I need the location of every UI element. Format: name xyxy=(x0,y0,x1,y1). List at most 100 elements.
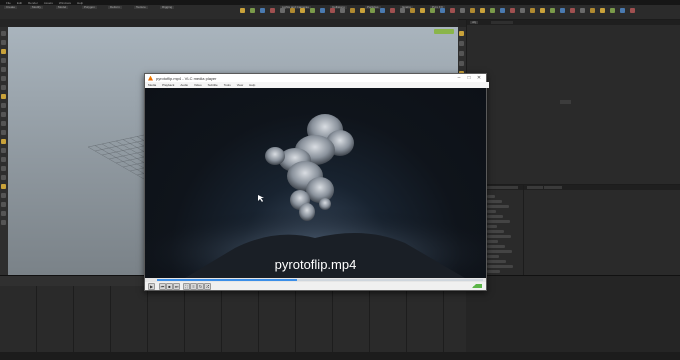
menu-item[interactable]: Windows xyxy=(59,1,71,5)
tree-row[interactable] xyxy=(487,235,511,238)
vlc-menu-item[interactable]: Media xyxy=(148,83,156,87)
shelf-tab[interactable]: Model xyxy=(56,6,69,9)
vlc-menu-item[interactable]: Playback xyxy=(162,83,174,87)
tree-row[interactable] xyxy=(487,245,505,248)
tab-channels[interactable] xyxy=(544,186,562,189)
viewport-tool-icon[interactable] xyxy=(1,40,6,45)
shelf-tool-icon[interactable] xyxy=(350,8,355,13)
shelf-tool-icon[interactable] xyxy=(240,8,245,13)
viewport-tool-icon[interactable] xyxy=(1,220,6,225)
shelf-tool-icon[interactable] xyxy=(530,8,535,13)
vlc-menu-item[interactable]: Subtitle xyxy=(208,83,218,87)
shelf-tool-icon[interactable] xyxy=(380,8,385,13)
viewport-tool-icon[interactable] xyxy=(1,94,6,99)
shelf-tool-icon[interactable] xyxy=(450,8,455,13)
tree-row[interactable] xyxy=(487,250,512,253)
viewport-tool-icon[interactable] xyxy=(1,202,6,207)
maximize-button[interactable]: □ xyxy=(464,75,474,81)
shelf-tool-icon[interactable] xyxy=(440,8,445,13)
shelf-tool-icon[interactable] xyxy=(470,8,475,13)
shelf-tool-icon[interactable] xyxy=(520,8,525,13)
tree-row[interactable] xyxy=(487,205,509,208)
shelf-tool-icon[interactable] xyxy=(560,8,565,13)
shelf-tool-icon[interactable] xyxy=(510,8,515,13)
shelf-tool-icon[interactable] xyxy=(300,8,305,13)
shelf-tool-icon[interactable] xyxy=(500,8,505,13)
viewport-tool-icon[interactable] xyxy=(1,31,6,36)
tree-row[interactable] xyxy=(487,215,503,218)
tree-row[interactable] xyxy=(487,240,498,243)
shelf-tool-icon[interactable] xyxy=(430,8,435,13)
shelf-tab[interactable]: Create xyxy=(4,6,18,9)
shelf-tab[interactable]: Polygon xyxy=(82,6,97,9)
minimize-button[interactable]: – xyxy=(454,75,464,81)
stop-icon[interactable]: ■ xyxy=(166,283,173,290)
viewport-tool-icon[interactable] xyxy=(1,130,6,135)
viewport-tool-icon[interactable] xyxy=(1,103,6,108)
vlc-menu-item[interactable]: View xyxy=(237,83,243,87)
shelf-tool-icon[interactable] xyxy=(270,8,275,13)
close-button[interactable]: ✕ xyxy=(474,75,484,81)
shelf-tab[interactable]: Modify xyxy=(30,6,43,9)
shelf-tool-icon[interactable] xyxy=(590,8,595,13)
menu-item[interactable]: File xyxy=(6,1,11,5)
tree-row[interactable] xyxy=(487,195,495,198)
shelf-tool-icon[interactable] xyxy=(630,8,635,13)
viewport-tool-icon[interactable] xyxy=(1,139,6,144)
display-option-icon[interactable] xyxy=(459,51,464,56)
shelf-tab[interactable]: Rigging xyxy=(160,6,175,9)
shelf-tab[interactable]: Texture xyxy=(134,6,148,9)
shelf-tool-icon[interactable] xyxy=(410,8,415,13)
shelf-tool-icon[interactable] xyxy=(280,8,285,13)
tab-parameters[interactable] xyxy=(527,186,543,189)
play-icon[interactable]: ▶ xyxy=(148,283,155,290)
prev-icon[interactable]: ⏮ xyxy=(159,283,166,290)
shelf-tool-icon[interactable] xyxy=(250,8,255,13)
shelf-tool-icon[interactable] xyxy=(570,8,575,13)
viewport-tool-icon[interactable] xyxy=(1,211,6,216)
viewport-tool-icon[interactable] xyxy=(1,76,6,81)
display-option-icon[interactable] xyxy=(459,61,464,66)
viewport-tool-icon[interactable] xyxy=(1,85,6,90)
random-icon[interactable]: ⤮ xyxy=(204,283,211,290)
display-option-icon[interactable] xyxy=(459,31,464,36)
shelf-tool-icon[interactable] xyxy=(340,8,345,13)
shelf-tool-icon[interactable] xyxy=(400,8,405,13)
shelf-tool-icon[interactable] xyxy=(330,8,335,13)
tab-network[interactable]: obj xyxy=(470,21,479,24)
shelf-tool-icon[interactable] xyxy=(320,8,325,13)
tree-row[interactable] xyxy=(487,260,506,263)
viewport-tool-icon[interactable] xyxy=(1,166,6,171)
tree-row[interactable] xyxy=(487,265,513,268)
shelf-tool-icon[interactable] xyxy=(390,8,395,13)
tab-tree[interactable] xyxy=(502,186,518,189)
viewport-tool-icon[interactable] xyxy=(1,193,6,198)
shelf-tool-icon[interactable] xyxy=(360,8,365,13)
next-icon[interactable]: ⏭ xyxy=(173,283,180,290)
tree-row[interactable] xyxy=(487,210,496,213)
viewport-tool-icon[interactable] xyxy=(1,121,6,126)
playlist-icon[interactable]: ≡ xyxy=(190,283,197,290)
shelf-tool-icon[interactable] xyxy=(420,8,425,13)
tab-scene-view[interactable] xyxy=(486,186,502,189)
shelf-tab[interactable]: Deform xyxy=(108,6,122,9)
menu-item[interactable]: Assets xyxy=(44,1,53,5)
tab-tree[interactable] xyxy=(491,21,513,24)
viewport-tool-icon[interactable] xyxy=(1,175,6,180)
tree-row[interactable] xyxy=(487,225,497,228)
shelf-tool-icon[interactable] xyxy=(490,8,495,13)
vlc-menu-item[interactable]: Help xyxy=(249,83,255,87)
shelf-tool-icon[interactable] xyxy=(370,8,375,13)
shelf-tool-icon[interactable] xyxy=(610,8,615,13)
viewport-tool-icon[interactable] xyxy=(1,148,6,153)
menu-item[interactable]: Render xyxy=(28,1,38,5)
shelf-tool-icon[interactable] xyxy=(540,8,545,13)
menu-item[interactable]: Help xyxy=(77,1,83,5)
shelf-tool-icon[interactable] xyxy=(580,8,585,13)
shelf-tool-icon[interactable] xyxy=(620,8,625,13)
tree-row[interactable] xyxy=(487,200,502,203)
vlc-menu-item[interactable]: Audio xyxy=(180,83,188,87)
shelf-tool-icon[interactable] xyxy=(600,8,605,13)
viewport-tool-icon[interactable] xyxy=(1,58,6,63)
vlc-menu-item[interactable]: Video xyxy=(194,83,202,87)
